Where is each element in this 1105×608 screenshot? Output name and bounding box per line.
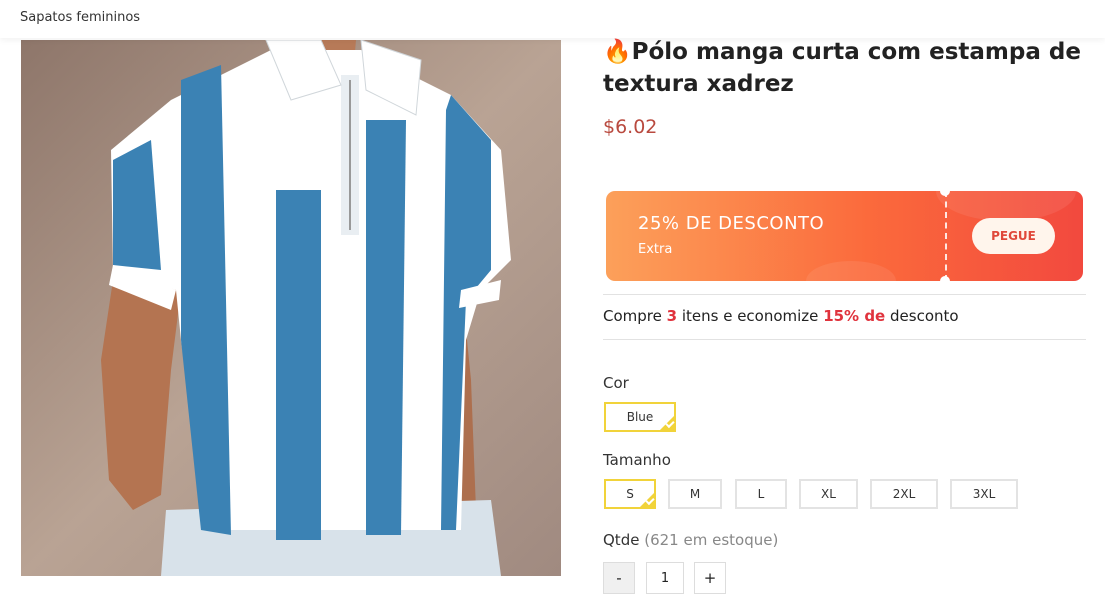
size-option-2xl[interactable]: 2XL [870, 479, 938, 509]
coupon-card: 25% DE DESCONTO Extra PEGUE [606, 191, 1083, 281]
stock-count: (621 em estoque) [644, 531, 779, 549]
fire-icon: 🔥 [603, 39, 632, 65]
coupon-headline: 25% DE DESCONTO [638, 213, 825, 234]
bundle-promo: Compre 3 itens e economize 15% de descon… [603, 307, 959, 325]
size-option-m[interactable]: M [668, 479, 722, 509]
top-bar: Sapatos femininos [0, 0, 1105, 38]
coupon-decoration [936, 191, 1076, 221]
promo-suffix: desconto [885, 307, 959, 325]
coupon-decoration [806, 261, 896, 281]
promo-middle: itens e economize [677, 307, 824, 325]
size-option-label: S [626, 487, 634, 501]
quantity-label: Qtde (621 em estoque) [603, 531, 778, 549]
size-option-label: 2XL [892, 487, 916, 501]
size-option-label: 3XL [972, 487, 996, 501]
product-image[interactable] [21, 40, 561, 576]
size-option-label: M [689, 487, 701, 501]
color-option-blue[interactable]: Blue [604, 402, 676, 432]
color-label: Cor [603, 374, 629, 392]
promo-prefix: Compre [603, 307, 667, 325]
selected-check-icon [639, 492, 655, 508]
claim-coupon-button[interactable]: PEGUE [972, 218, 1055, 254]
quantity-decrement-button[interactable]: - [603, 562, 635, 594]
color-option-label: Blue [626, 410, 654, 424]
selected-check-icon [659, 415, 675, 431]
divider [603, 294, 1086, 295]
quantity-increment-button[interactable]: + [694, 562, 726, 594]
quantity-input[interactable] [646, 562, 684, 594]
product-title-text: Pólo manga curta com estampa de textura … [603, 39, 1081, 97]
size-option-l[interactable]: L [735, 479, 787, 509]
divider [603, 339, 1086, 340]
size-option-xl[interactable]: XL [799, 479, 858, 509]
coupon-subtext: Extra [638, 242, 673, 257]
size-option-label: XL [821, 487, 836, 501]
coupon-divider [945, 191, 947, 281]
size-option-3xl[interactable]: 3XL [950, 479, 1018, 509]
coupon-notch-bottom [940, 276, 950, 281]
size-label: Tamanho [603, 451, 671, 469]
breadcrumb-link[interactable]: Sapatos femininos [20, 10, 140, 25]
size-option-label: L [757, 487, 765, 501]
size-option-s[interactable]: S [604, 479, 656, 509]
quantity-label-text: Qtde [603, 531, 640, 549]
promo-percent: 15% de [823, 307, 886, 325]
product-price: $6.02 [603, 116, 658, 138]
product-title: 🔥Pólo manga curta com estampa de textura… [603, 36, 1093, 100]
promo-quantity: 3 [666, 307, 678, 325]
